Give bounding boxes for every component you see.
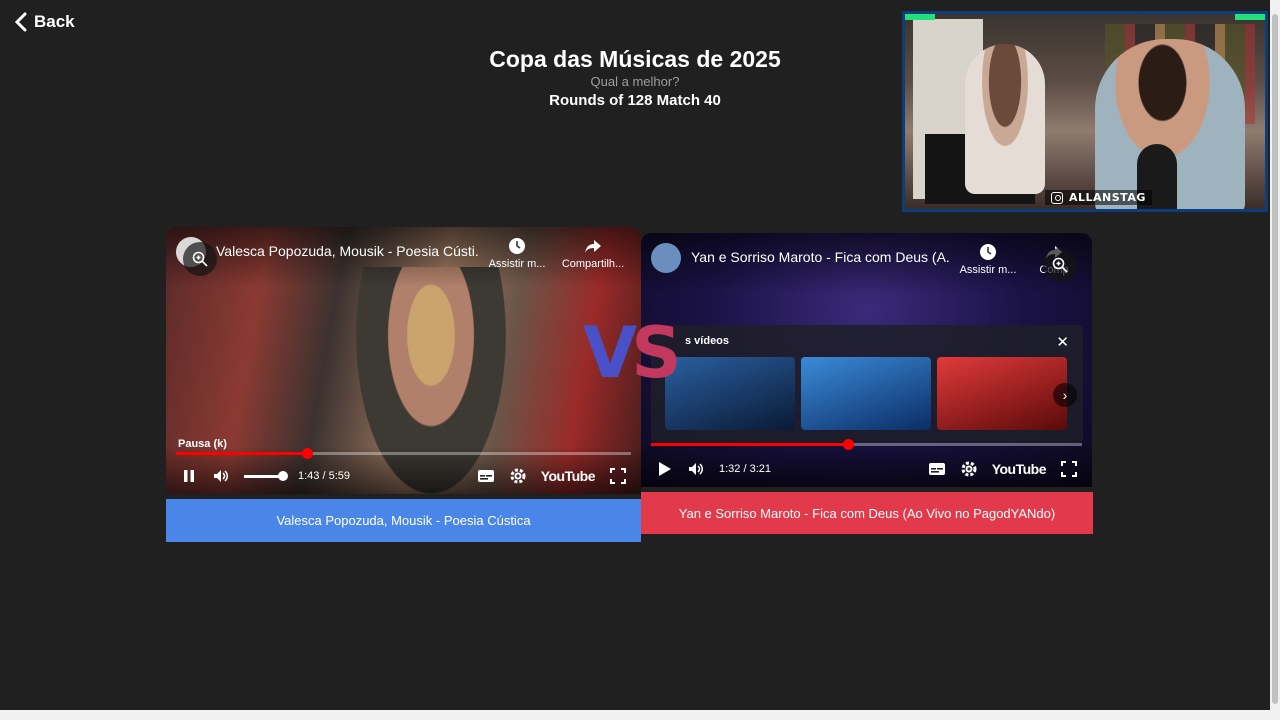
webcam-accent bbox=[1235, 14, 1265, 20]
video-player-right[interactable]: Yan e Sorriso Maroto - Fica com Deus (A.… bbox=[641, 233, 1092, 487]
zoom-in-icon bbox=[192, 251, 208, 267]
webcam-handle: ALLANSTAG bbox=[1069, 191, 1146, 204]
watch-later-label: Assistir m... bbox=[959, 264, 1017, 276]
share-icon bbox=[585, 240, 601, 253]
video-thumbnail[interactable] bbox=[937, 357, 1067, 430]
progress-fill bbox=[651, 443, 849, 446]
video-thumbnail[interactable] bbox=[801, 357, 931, 430]
chevron-right-icon[interactable]: › bbox=[1053, 383, 1077, 407]
pause-icon[interactable] bbox=[180, 467, 198, 485]
video-thumbnail[interactable] bbox=[665, 357, 795, 430]
horizontal-scrollbar[interactable] bbox=[0, 710, 1270, 720]
clock-icon bbox=[509, 238, 525, 254]
zoom-in-icon bbox=[1052, 257, 1068, 273]
webcam-person-left bbox=[965, 44, 1045, 194]
zoom-in-button[interactable] bbox=[183, 242, 217, 276]
youtube-logo[interactable]: YouTube bbox=[992, 461, 1047, 477]
player-top-bar: Yan e Sorriso Maroto - Fica com Deus (A.… bbox=[641, 233, 1092, 293]
subtitles-icon[interactable] bbox=[928, 460, 946, 478]
gear-icon[interactable] bbox=[509, 467, 527, 485]
volume-slider[interactable] bbox=[244, 470, 288, 481]
watch-later-label: Assistir m... bbox=[488, 258, 546, 270]
close-icon[interactable]: ✕ bbox=[1056, 333, 1069, 351]
video-title[interactable]: Yan e Sorriso Maroto - Fica com Deus (A.… bbox=[691, 249, 950, 265]
webcam-handle-tag: ALLANSTAG bbox=[1045, 190, 1152, 205]
vote-left-button[interactable]: Valesca Popozuda, Mousik - Poesia Cústic… bbox=[166, 499, 641, 542]
more-videos-title: s vídeos bbox=[685, 335, 730, 347]
volume-icon[interactable] bbox=[212, 467, 230, 485]
webcam-accent bbox=[905, 14, 935, 20]
control-row: 1:43 / 5:59 YouTube bbox=[166, 464, 641, 488]
webcam-overlay: ALLANSTAG bbox=[902, 11, 1268, 212]
share-button[interactable]: Compartilh... bbox=[561, 237, 625, 270]
vertical-scrollbar[interactable] bbox=[1270, 0, 1280, 720]
vs-letter-v: V bbox=[583, 312, 637, 394]
scrollbar-thumb[interactable] bbox=[1272, 14, 1278, 704]
watch-later-button[interactable]: Assistir m... bbox=[487, 237, 547, 270]
time-display: 1:43 / 5:59 bbox=[298, 470, 350, 482]
progress-knob[interactable] bbox=[843, 439, 855, 450]
vs-badge: VS bbox=[583, 318, 682, 388]
back-label: Back bbox=[34, 12, 75, 31]
play-icon[interactable] bbox=[655, 460, 673, 478]
video-player-left[interactable]: Valesca Popozuda, Mousik - Poesia Cústi.… bbox=[166, 227, 641, 494]
vote-right-button[interactable]: Yan e Sorriso Maroto - Fica com Deus (Ao… bbox=[641, 492, 1093, 534]
page: Back Copa das Músicas de 2025 Qual a mel… bbox=[0, 0, 1280, 720]
player-top-bar: Valesca Popozuda, Mousik - Poesia Cústi.… bbox=[166, 227, 641, 287]
time-display: 1:32 / 3:21 bbox=[719, 463, 771, 475]
back-button[interactable]: Back bbox=[14, 12, 75, 32]
chevron-left-icon bbox=[14, 12, 27, 32]
volume-icon[interactable] bbox=[687, 460, 705, 478]
progress-bar[interactable] bbox=[651, 439, 1082, 450]
clock-icon bbox=[980, 244, 996, 260]
progress-knob[interactable] bbox=[301, 448, 313, 459]
instagram-icon bbox=[1051, 191, 1063, 204]
fullscreen-icon[interactable] bbox=[1060, 460, 1078, 478]
channel-avatar[interactable] bbox=[651, 243, 681, 273]
watch-later-button[interactable]: Assistir m... bbox=[958, 243, 1018, 276]
gear-icon[interactable] bbox=[960, 460, 978, 478]
zoom-in-button[interactable] bbox=[1043, 248, 1077, 282]
control-row: 1:32 / 3:21 YouTube bbox=[641, 457, 1092, 481]
player-controls: 1:32 / 3:21 YouTube bbox=[641, 439, 1092, 487]
fullscreen-icon[interactable] bbox=[609, 467, 627, 485]
youtube-logo[interactable]: YouTube bbox=[541, 468, 596, 484]
share-label: Compartilh... bbox=[561, 258, 625, 270]
subtitles-icon[interactable] bbox=[477, 467, 495, 485]
more-videos-panel: s vídeos ✕ › bbox=[651, 325, 1083, 443]
progress-bar[interactable] bbox=[176, 448, 631, 459]
vs-letter-s: S bbox=[631, 312, 681, 394]
player-controls: 1:43 / 5:59 YouTube bbox=[166, 446, 641, 494]
video-title[interactable]: Valesca Popozuda, Mousik - Poesia Cústi.… bbox=[216, 243, 479, 259]
progress-fill bbox=[176, 452, 307, 455]
